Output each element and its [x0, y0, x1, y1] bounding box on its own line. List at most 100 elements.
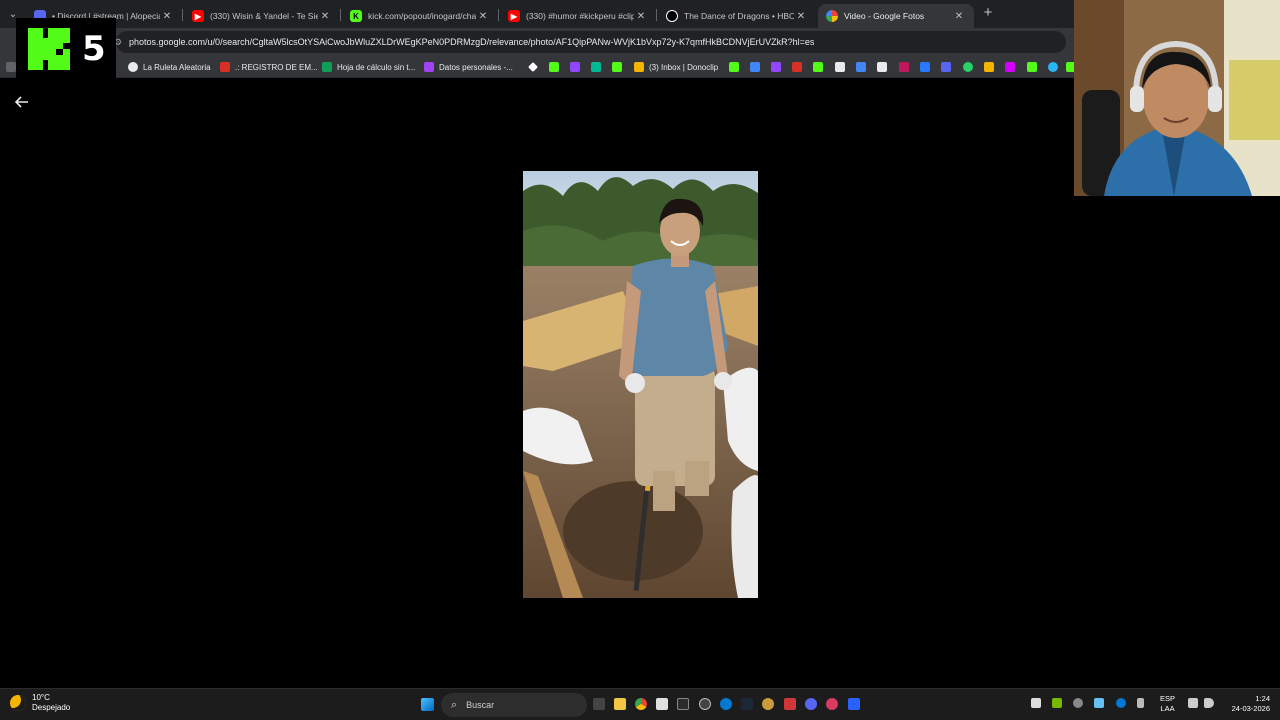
- app-icon[interactable]: [848, 698, 860, 710]
- whatsapp-icon[interactable]: [963, 62, 973, 72]
- datos-icon: [424, 62, 434, 72]
- registro-icon: [220, 62, 230, 72]
- nvidia-icon[interactable]: [1052, 698, 1062, 708]
- system-clock[interactable]: 1:24 24-03-2026: [1224, 694, 1270, 714]
- tab-kick-chat[interactable]: K kick.com/popout/inogard/chat ✕: [342, 4, 498, 28]
- microphone-icon[interactable]: [1137, 698, 1144, 708]
- weather-widget[interactable]: 10°C Despejado: [10, 693, 70, 713]
- search-label: Buscar: [466, 700, 495, 710]
- new-tab-button[interactable]: +: [980, 5, 996, 21]
- hbo-icon: [666, 10, 678, 22]
- app-icon[interactable]: [656, 698, 668, 710]
- kick-logo-icon: [28, 28, 70, 70]
- kick-overlay: 5: [16, 18, 116, 80]
- ruleta-icon: [128, 62, 138, 72]
- bookmark-registro[interactable]: .: REGISTRO DE EM...: [220, 60, 318, 74]
- bookmark-icon[interactable]: [549, 62, 559, 72]
- steam-tray-icon[interactable]: [1094, 698, 1104, 708]
- tab-separator: [340, 9, 341, 21]
- steam-icon[interactable]: [741, 698, 753, 710]
- kick-number: 5: [82, 29, 106, 69]
- close-icon[interactable]: ✕: [160, 11, 174, 22]
- telegram-icon[interactable]: [1048, 62, 1058, 72]
- game-icon[interactable]: [762, 698, 774, 710]
- clock-time: 1:24: [1255, 694, 1270, 703]
- youtube-icon: ▶: [192, 10, 204, 22]
- weather-temperature: 10°C: [32, 693, 50, 702]
- tab-title: kick.com/popout/inogard/chat: [368, 11, 476, 21]
- bookmark-label: Hoja de cálculo sin t...: [337, 62, 416, 72]
- volume-icon[interactable]: [1204, 698, 1214, 708]
- bookmark-icon[interactable]: [729, 62, 739, 72]
- bookmark-icon[interactable]: [877, 62, 887, 72]
- bookmark-icon[interactable]: [856, 62, 866, 72]
- bookmark-icon[interactable]: [984, 62, 994, 72]
- windows-taskbar: 10°C Despejado ⌕ Buscar ESP LAA 1:24 24-…: [0, 688, 1280, 720]
- weather-description: Despejado: [32, 703, 71, 712]
- bookmark-icon[interactable]: [813, 62, 823, 72]
- tab-title: The Dance of Dragons • HBO M: [684, 11, 794, 21]
- tray-icon[interactable]: [1116, 698, 1126, 708]
- tab-youtube-humor[interactable]: ▶ (330) #humor #kickperu #clips ✕: [500, 4, 656, 28]
- bookmark-icon[interactable]: [899, 62, 909, 72]
- bookmark-datos-personales[interactable]: Datos personales -...: [424, 60, 513, 74]
- bookmark-icon[interactable]: [941, 62, 951, 72]
- language-indicator[interactable]: ESP LAA: [1160, 694, 1175, 714]
- photo-image: [523, 171, 758, 598]
- webcam-image: [1074, 0, 1280, 196]
- diamond-icon[interactable]: [528, 62, 538, 72]
- tray-icon[interactable]: [1073, 698, 1083, 708]
- webcam-feed: [1074, 0, 1280, 196]
- bookmark-label: La Ruleta Aleatoria: [143, 62, 211, 72]
- bookmark-icon[interactable]: [835, 62, 845, 72]
- address-bar[interactable]: photos.google.com/u/0/search/CgltaW5lcsO…: [116, 31, 1066, 53]
- discord-icon[interactable]: [805, 698, 817, 710]
- bookmarks-bar: La Ruleta Aleatoria .: REGISTRO DE EM...…: [0, 56, 1076, 78]
- kick-icon[interactable]: [612, 62, 622, 72]
- close-icon[interactable]: ✕: [634, 11, 648, 22]
- tab-title: (330) #humor #kickperu #clips: [526, 11, 634, 21]
- close-icon[interactable]: ✕: [476, 11, 490, 22]
- bookmark-icon[interactable]: [1005, 62, 1015, 72]
- close-icon[interactable]: ✕: [318, 11, 332, 22]
- clock-date: 24-03-2026: [1231, 704, 1270, 713]
- donoclip-icon: [634, 62, 644, 72]
- calculator-icon[interactable]: [677, 698, 689, 710]
- obs-icon[interactable]: [699, 698, 711, 710]
- bookmark-icon[interactable]: [792, 62, 802, 72]
- bookmark-icon[interactable]: [771, 62, 781, 72]
- back-arrow-icon[interactable]: [12, 92, 32, 112]
- close-icon[interactable]: ✕: [952, 11, 966, 22]
- moon-icon: [10, 695, 26, 711]
- chrome-icon[interactable]: [635, 698, 647, 710]
- tab-separator: [182, 9, 183, 21]
- edge-icon[interactable]: [720, 698, 732, 710]
- bookmark-label: Datos personales -...: [439, 62, 513, 72]
- tab-title: (330) Wisin & Yandel - Te Sient: [210, 11, 318, 21]
- windows-start-icon[interactable]: [421, 698, 434, 711]
- tab-strip: ⌄ • Discord | #stream | Alopecia A ✕ ▶ (…: [0, 0, 1074, 28]
- close-icon[interactable]: ✕: [794, 11, 808, 22]
- bookmark-icon[interactable]: [591, 62, 601, 72]
- tab-hbo[interactable]: The Dance of Dragons • HBO M ✕: [658, 4, 816, 28]
- tab-youtube-wisin[interactable]: ▶ (330) Wisin & Yandel - Te Sient ✕: [184, 4, 340, 28]
- bookmark-hoja-calculo[interactable]: Hoja de cálculo sin t...: [322, 60, 415, 74]
- keyboard-layout: LAA: [1160, 704, 1175, 713]
- taskbar-search[interactable]: ⌕ Buscar: [441, 693, 587, 717]
- bookmark-icon[interactable]: [750, 62, 760, 72]
- task-view-icon[interactable]: [593, 698, 605, 710]
- file-explorer-icon[interactable]: [614, 698, 626, 710]
- bookmark-donoclip[interactable]: (3) Inbox | Donoclip: [634, 60, 718, 74]
- tray-icon[interactable]: [1031, 698, 1041, 708]
- google-photos-icon: [826, 10, 838, 22]
- tab-google-photos[interactable]: Video - Google Fotos ✕: [818, 4, 974, 28]
- apps-icon[interactable]: [6, 62, 16, 72]
- bookmark-ruleta[interactable]: La Ruleta Aleatoria: [128, 60, 211, 74]
- photo-video-frame[interactable]: [523, 171, 758, 598]
- app-icon[interactable]: [826, 698, 838, 710]
- network-icon[interactable]: [1188, 698, 1198, 708]
- riot-icon[interactable]: [784, 698, 796, 710]
- messenger-icon[interactable]: [920, 62, 930, 72]
- bookmark-icon[interactable]: [1027, 62, 1037, 72]
- twitch-icon[interactable]: [570, 62, 580, 72]
